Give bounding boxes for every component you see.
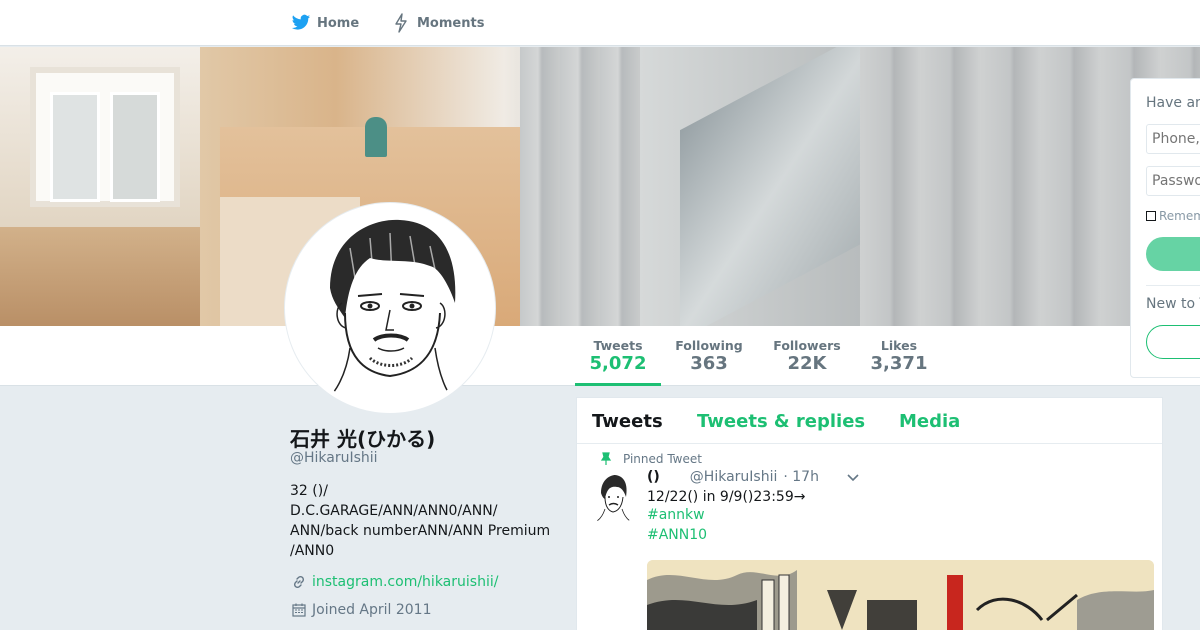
tweet-media-image[interactable] [647,560,1154,630]
tweet-hashtag[interactable]: #annkw [647,507,705,523]
tab-tweets-and-replies[interactable]: Tweets & replies [697,411,865,432]
login-header: Have an account? [1146,95,1200,111]
stat-following[interactable]: Following 363 [672,326,746,386]
tweet-header: () @HikaruIshii · 17h [647,469,819,485]
timeline: Tweets Tweets & replies Media Pinned Twe… [576,397,1163,630]
tweet-author-name[interactable]: () [647,469,660,485]
login-panel: Have an account? Remember me New to Twit… [1130,78,1200,378]
profile-joined-text: Joined April 2011 [312,602,432,618]
profile-joined-date: Joined April 2011 [290,601,432,619]
remember-me-checkbox[interactable]: Remember me [1146,209,1200,223]
profile-name: 石井 光(ひかる) [290,427,436,451]
tweet-author-handle[interactable]: @HikaruIshii [690,469,778,485]
twitter-bird-icon [290,12,312,34]
new-to-twitter-text: New to Twitter? [1146,296,1200,312]
stat-followers-label: Followers [773,338,841,353]
profile-avatar[interactable] [285,203,495,413]
bio-line: 32 ()/ [290,483,328,499]
tweet-hashtag[interactable]: #ANN10 [647,527,707,543]
signup-button[interactable] [1146,325,1200,359]
profile-stats-bar: Tweets 5,072 Following 363 Followers 22K… [0,326,1200,386]
profile-website-text: instagram.com/hikaruishii/ [312,574,499,590]
checkbox-icon [1146,211,1156,221]
link-icon [290,573,308,591]
tweet-author-avatar[interactable] [595,473,631,521]
pinned-tweet[interactable]: Pinned Tweet () @HikaruIshii · 17h 12/22… [577,445,1162,630]
lightning-icon [390,12,412,34]
stat-followers[interactable]: Followers 22K [770,326,844,386]
pinned-tweet-context: Pinned Tweet [600,452,702,466]
stat-likes-label: Likes [880,338,918,353]
stat-following-label: Following [675,338,743,353]
username-field[interactable] [1146,124,1200,154]
chevron-down-icon[interactable] [845,470,861,486]
profile-website-link[interactable]: instagram.com/hikaruishii/ [290,573,498,591]
timeline-tabs: Tweets Tweets & replies Media [577,398,1162,444]
calendar-icon [290,601,308,619]
bio-line: /ANN0 [290,543,335,559]
tab-media[interactable]: Media [899,411,960,432]
password-field[interactable] [1146,166,1200,196]
bio-line: D.C.GARAGE/ANN/ANN0/ANN/ [290,503,498,519]
stat-likes[interactable]: Likes 3,371 [866,326,932,386]
nav-home[interactable]: Home [290,12,359,34]
nav-moments[interactable]: Moments [390,12,484,34]
login-button[interactable] [1146,237,1200,271]
stat-tweets[interactable]: Tweets 5,072 [575,326,661,386]
stat-followers-value: 22K [787,353,827,374]
stat-tweets-label: Tweets [593,338,643,353]
stat-likes-value: 3,371 [870,353,928,374]
pinned-tweet-label: Pinned Tweet [623,452,702,466]
profile-bio: 32 ()/ D.C.GARAGE/ANN/ANN0/ANN/ ANN/back… [290,481,560,561]
top-navigation-bar: Home Moments [0,0,1200,46]
profile-handle[interactable]: @HikaruIshii [290,450,378,466]
stat-following-value: 363 [690,353,728,374]
stat-tweets-value: 5,072 [589,353,647,374]
profile-banner-image [0,47,1200,326]
pin-icon [600,452,612,465]
tab-tweets[interactable]: Tweets [592,411,663,432]
nav-moments-label: Moments [417,15,485,31]
tweet-text: 12/22() in 9/9()23:59→ [647,489,806,505]
nav-home-label: Home [317,15,360,31]
bio-line: ANN/back numberANN/ANN Premium [290,523,551,539]
login-divider [1146,285,1200,286]
tweet-timestamp[interactable]: · 17h [783,469,819,485]
remember-me-label: Remember me [1159,209,1200,223]
